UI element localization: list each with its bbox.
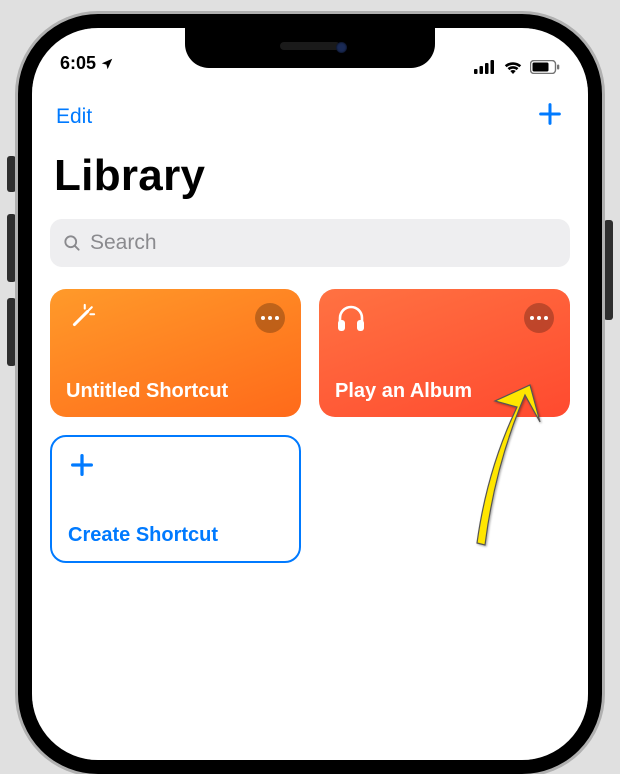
cellular-icon (474, 60, 496, 74)
phone-frame: 6:05 (18, 14, 602, 774)
more-button[interactable] (255, 303, 285, 333)
create-shortcut-card[interactable]: Create Shortcut (50, 435, 301, 563)
search-placeholder: Search (90, 231, 157, 255)
side-button-silence (7, 156, 16, 192)
side-button-volume-up (7, 214, 16, 282)
shortcut-label: Play an Album (335, 380, 554, 403)
display-notch (185, 28, 435, 68)
shortcut-card-play-album[interactable]: Play an Album (319, 289, 570, 417)
location-icon (100, 57, 114, 71)
plus-icon (536, 100, 564, 128)
screen: 6:05 (32, 28, 588, 760)
add-button[interactable] (536, 100, 564, 133)
edit-button[interactable]: Edit (56, 105, 92, 129)
headphones-icon (335, 303, 367, 333)
wand-icon (66, 303, 96, 333)
search-icon (62, 233, 82, 253)
plus-icon (68, 451, 96, 479)
status-time: 6:05 (60, 53, 96, 74)
side-button-power (604, 220, 613, 320)
shortcut-label: Untitled Shortcut (66, 380, 285, 403)
nav-bar: Edit (32, 78, 588, 137)
create-shortcut-label: Create Shortcut (68, 524, 283, 547)
wifi-icon (503, 60, 523, 74)
side-button-volume-down (7, 298, 16, 366)
shortcut-grid: Untitled Shortcut Play an Album (32, 267, 588, 585)
search-input[interactable]: Search (50, 219, 570, 267)
more-button[interactable] (524, 303, 554, 333)
battery-icon (530, 60, 560, 74)
page-title: Library (32, 137, 588, 209)
shortcut-card-untitled[interactable]: Untitled Shortcut (50, 289, 301, 417)
